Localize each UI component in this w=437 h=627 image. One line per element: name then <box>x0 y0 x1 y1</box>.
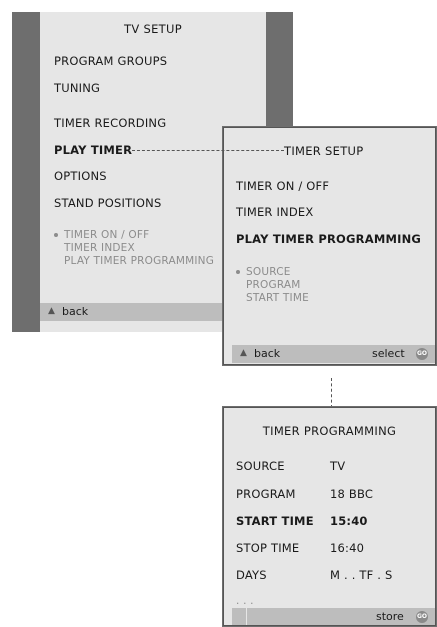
timer-submenu-list: SOURCE PROGRAM START TIME <box>236 266 309 305</box>
row-label-start-time: START TIME <box>236 514 314 528</box>
timer-setup-title: TIMER SETUP <box>284 144 364 158</box>
sub-item-play-timer-programming: PLAY TIMER PROGRAMMING <box>64 255 215 267</box>
row-value-start-time[interactable]: 15:40 <box>330 514 368 528</box>
submenu-list: TIMER ON / OFF TIMER INDEX PLAY TIMER PR… <box>54 229 214 268</box>
more-rows-ellipsis: . . . <box>236 595 254 607</box>
bullet-icon <box>54 233 58 237</box>
store-button[interactable]: store <box>376 610 404 623</box>
back-button[interactable]: back <box>254 347 280 360</box>
timer-setup-menu: TIMER SETUP TIMER ON / OFF TIMER INDEX P… <box>223 127 436 365</box>
sub-item-timer-on-off: TIMER ON / OFF <box>64 229 150 241</box>
menu-item-program-groups[interactable]: PROGRAM GROUPS <box>54 54 167 68</box>
back-arrow-icon[interactable]: ▲ <box>48 306 55 316</box>
menu-item-tuning[interactable]: TUNING <box>54 81 100 95</box>
row-label-days: DAYS <box>236 568 267 582</box>
row-label-program: PROGRAM <box>236 487 296 501</box>
menu-item-play-timer[interactable]: PLAY TIMER <box>54 143 132 157</box>
menu-item-timer-recording[interactable]: TIMER RECORDING <box>54 116 166 130</box>
row-value-stop-time[interactable]: 16:40 <box>330 541 364 555</box>
row-value-program[interactable]: 18 BBC <box>330 487 373 501</box>
go-icon[interactable]: GO <box>416 348 428 360</box>
row-label-stop-time: STOP TIME <box>236 541 300 555</box>
sub-item-source: SOURCE <box>246 266 291 278</box>
back-button[interactable]: back <box>62 305 88 318</box>
menu-item-options[interactable]: OPTIONS <box>54 169 107 183</box>
menu-item-timer-on-off[interactable]: TIMER ON / OFF <box>236 179 329 193</box>
timer-programming-menu: TIMER PROGRAMMING SOURCE TV PROGRAM 18 B… <box>223 407 436 626</box>
connector-line-vertical <box>331 378 332 408</box>
select-button[interactable]: select <box>372 347 405 360</box>
menu-item-stand-positions[interactable]: STAND POSITIONS <box>54 196 161 210</box>
connector-line <box>132 150 284 151</box>
menu-item-timer-index[interactable]: TIMER INDEX <box>236 205 313 219</box>
go-icon[interactable]: GO <box>416 611 428 623</box>
sub-item-timer-index: TIMER INDEX <box>64 242 135 254</box>
timer-programming-footer: store GO <box>232 608 435 625</box>
row-label-source: SOURCE <box>236 459 285 473</box>
footer-spacer <box>246 608 247 625</box>
timer-programming-title: TIMER PROGRAMMING <box>262 424 397 438</box>
sub-item-program: PROGRAM <box>246 279 301 291</box>
tv-setup-title: TV SETUP <box>124 22 182 36</box>
bullet-icon <box>236 270 240 274</box>
sub-item-start-time: START TIME <box>246 292 309 304</box>
row-value-days[interactable]: M . . TF . S <box>330 568 393 582</box>
back-arrow-icon[interactable]: ▲ <box>240 348 247 358</box>
menu-item-play-timer-programming[interactable]: PLAY TIMER PROGRAMMING <box>236 232 421 246</box>
row-value-source[interactable]: TV <box>330 459 345 473</box>
timer-setup-footer: ▲ back select GO <box>232 345 435 363</box>
